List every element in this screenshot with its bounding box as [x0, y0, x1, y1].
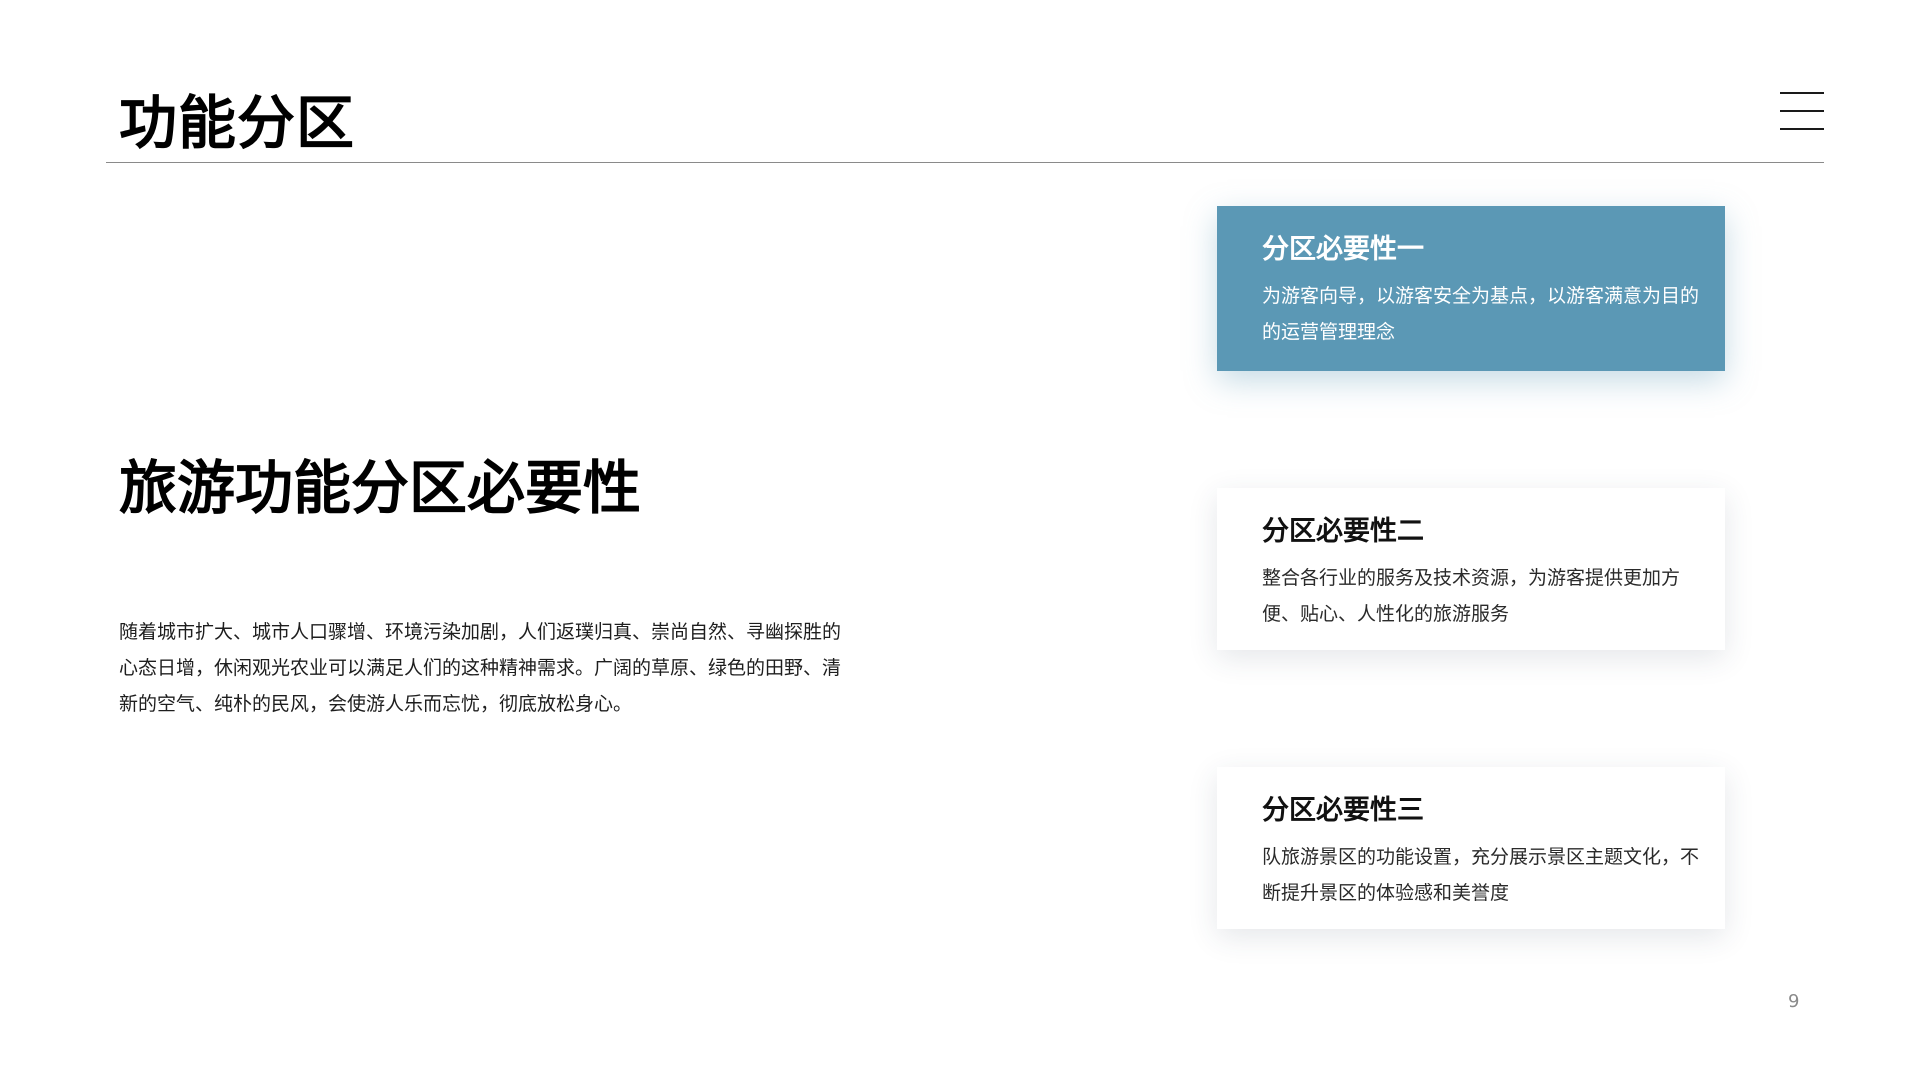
card-necessity-one[interactable]: 分区必要性一 为游客向导，以游客安全为基点，以游客满意为目的的运营管理理念 — [1217, 206, 1725, 371]
menu-line — [1780, 128, 1824, 130]
card-title: 分区必要性一 — [1262, 234, 1424, 265]
menu-line — [1780, 92, 1824, 94]
card-title: 分区必要性三 — [1262, 795, 1424, 826]
page-number: 9 — [1788, 991, 1800, 1012]
hamburger-menu-icon[interactable] — [1780, 92, 1824, 132]
page-title: 功能分区 — [119, 89, 356, 157]
card-text: 队旅游景区的功能设置，充分展示景区主题文化，不断提升景区的体验感和美誉度 — [1262, 846, 1700, 904]
card-text: 为游客向导，以游客安全为基点，以游客满意为目的的运营管理理念 — [1262, 285, 1700, 343]
card-title: 分区必要性二 — [1262, 516, 1424, 547]
card-necessity-two[interactable]: 分区必要性二 整合各行业的服务及技术资源，为游客提供更加方便、贴心、人性化的旅游… — [1217, 488, 1725, 650]
card-necessity-three[interactable]: 分区必要性三 队旅游景区的功能设置，充分展示景区主题文化，不断提升景区的体验感和… — [1217, 767, 1725, 929]
card-text: 整合各行业的服务及技术资源，为游客提供更加方便、贴心、人性化的旅游服务 — [1262, 567, 1681, 625]
section-body-text: 随着城市扩大、城市人口骤增、环境污染加剧，人们返璞归真、崇尚自然、寻幽探胜的心态… — [119, 621, 842, 715]
menu-line — [1780, 110, 1824, 112]
section-heading: 旅游功能分区必要性 — [119, 454, 642, 522]
header-divider — [106, 162, 1824, 163]
